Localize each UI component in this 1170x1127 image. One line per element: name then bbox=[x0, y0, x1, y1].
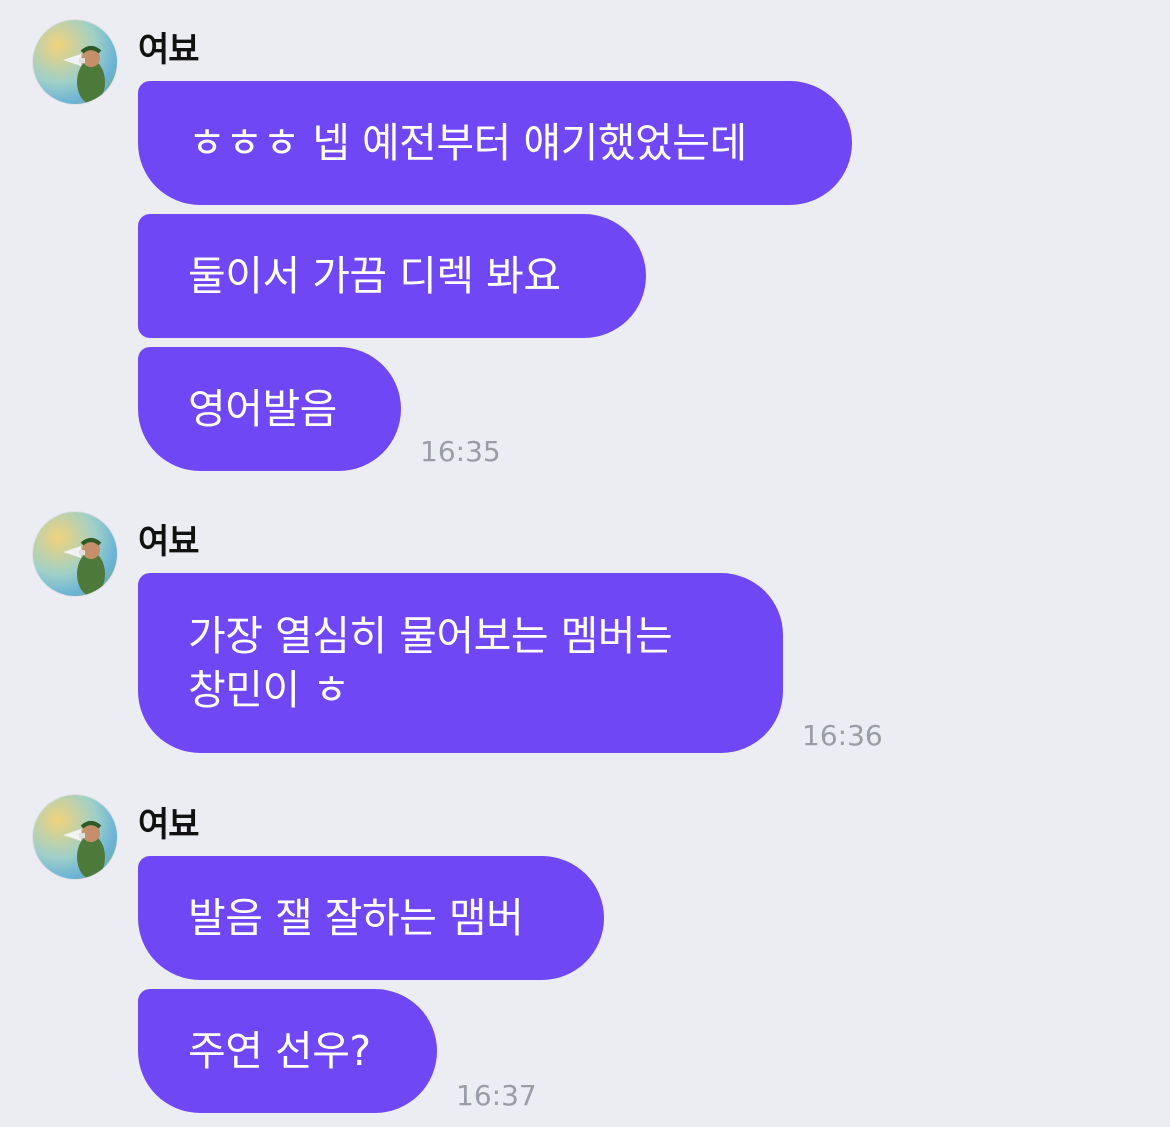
message-timestamp: 16:36 bbox=[802, 719, 883, 752]
profile-photo-icon[interactable] bbox=[33, 795, 117, 879]
message-bubble[interactable]: 가장 열심히 물어보는 멤버는 창민이 ㅎ bbox=[138, 573, 783, 753]
sender-name: 여뵤 bbox=[138, 522, 200, 562]
profile-photo-icon[interactable] bbox=[33, 20, 117, 104]
message-timestamp: 16:35 bbox=[420, 435, 501, 468]
message-group: 여뵤 ㅎㅎㅎ 넵 예전부터 얘기했었는데 둘이서 가끔 디렉 봐요 영어발음 1… bbox=[0, 20, 1170, 472]
message-bubble[interactable]: 발음 잴 잘하는 맴버 bbox=[138, 856, 604, 980]
message-group: 여뵤 가장 열심히 물어보는 멤버는 창민이 ㅎ 16:36 bbox=[0, 512, 1170, 754]
message-bubble[interactable]: ㅎㅎㅎ 넵 예전부터 얘기했었는데 bbox=[138, 81, 852, 205]
message-group: 여뵤 발음 잴 잘하는 맴버 주연 선우? 16:37 bbox=[0, 795, 1170, 1115]
message-bubble[interactable]: 주연 선우? bbox=[138, 989, 437, 1113]
message-timestamp: 16:37 bbox=[456, 1079, 537, 1112]
sender-name: 여뵤 bbox=[138, 805, 200, 845]
profile-photo-icon[interactable] bbox=[33, 512, 117, 596]
sender-name: 여뵤 bbox=[138, 30, 200, 70]
message-bubble[interactable]: 둘이서 가끔 디렉 봐요 bbox=[138, 214, 646, 338]
message-bubble[interactable]: 영어발음 bbox=[138, 347, 401, 471]
